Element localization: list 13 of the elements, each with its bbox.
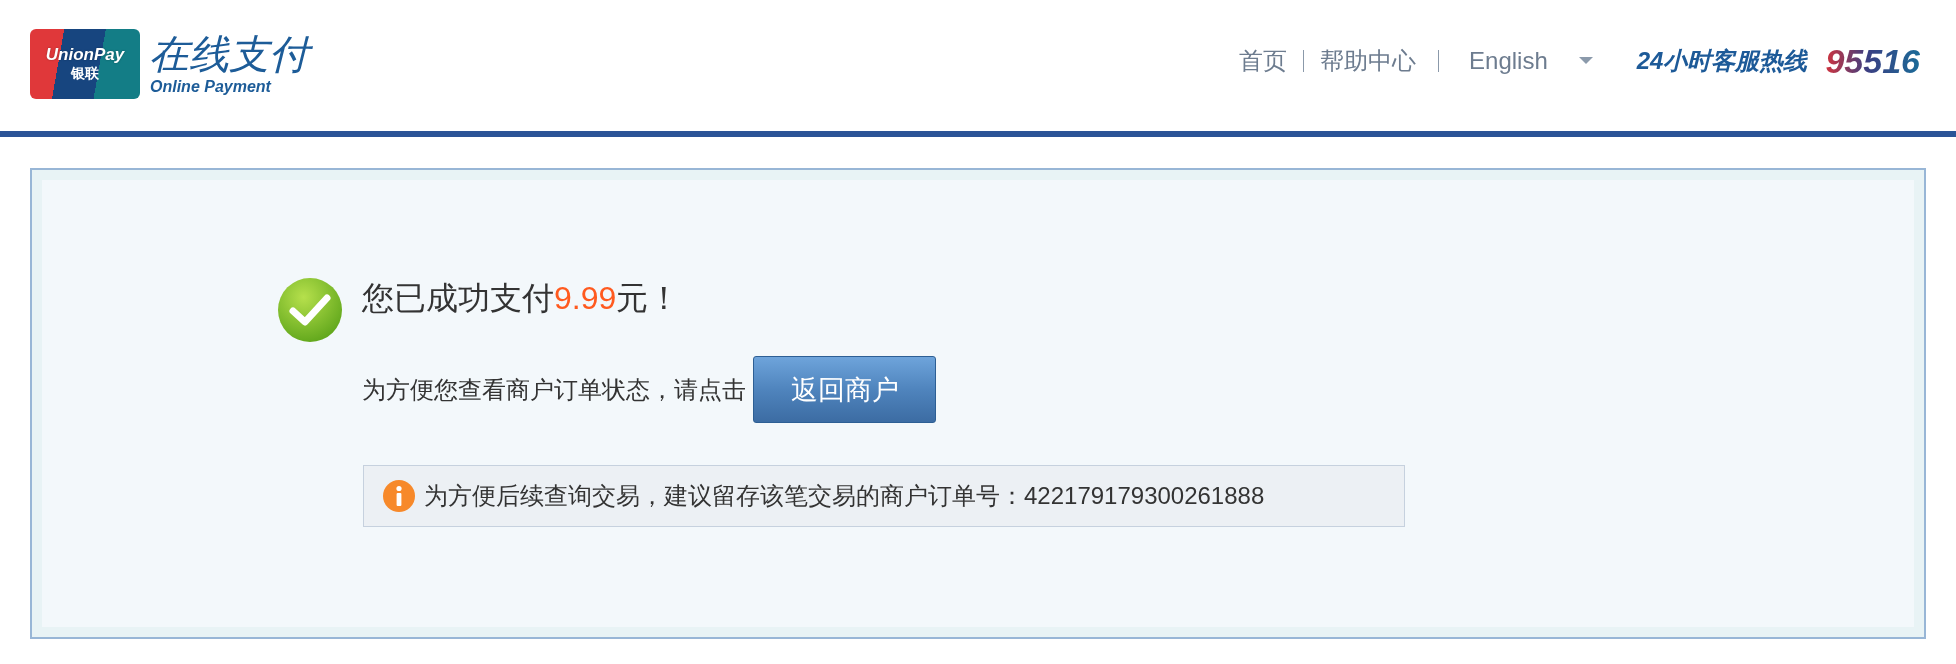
check-circle-icon — [278, 278, 342, 342]
logo-subtitle: Online Payment — [150, 76, 273, 97]
instruction-text: 为方便您查看商户订单状态，请点击 — [362, 374, 746, 405]
notice-text: 为方便后续查询交易，建议留存该笔交易的商户订单号：422179179300261888 — [424, 481, 1265, 511]
success-message: 您已成功支付9.99元！ — [362, 279, 681, 317]
nav-link[interactable]: 首页 — [1239, 45, 1288, 76]
logo-card-chinese-text: 银联 — [71, 65, 99, 82]
info-icon — [383, 480, 415, 512]
caret-down-icon — [1578, 57, 1593, 64]
language-dropdown[interactable]: English — [1469, 45, 1593, 76]
hotline-label: 24小时客服热线 — [1636, 45, 1808, 76]
return-to-merchant-button[interactable]: 返回商户 — [753, 356, 936, 423]
nav-link[interactable]: 帮助中心 — [1320, 45, 1417, 76]
